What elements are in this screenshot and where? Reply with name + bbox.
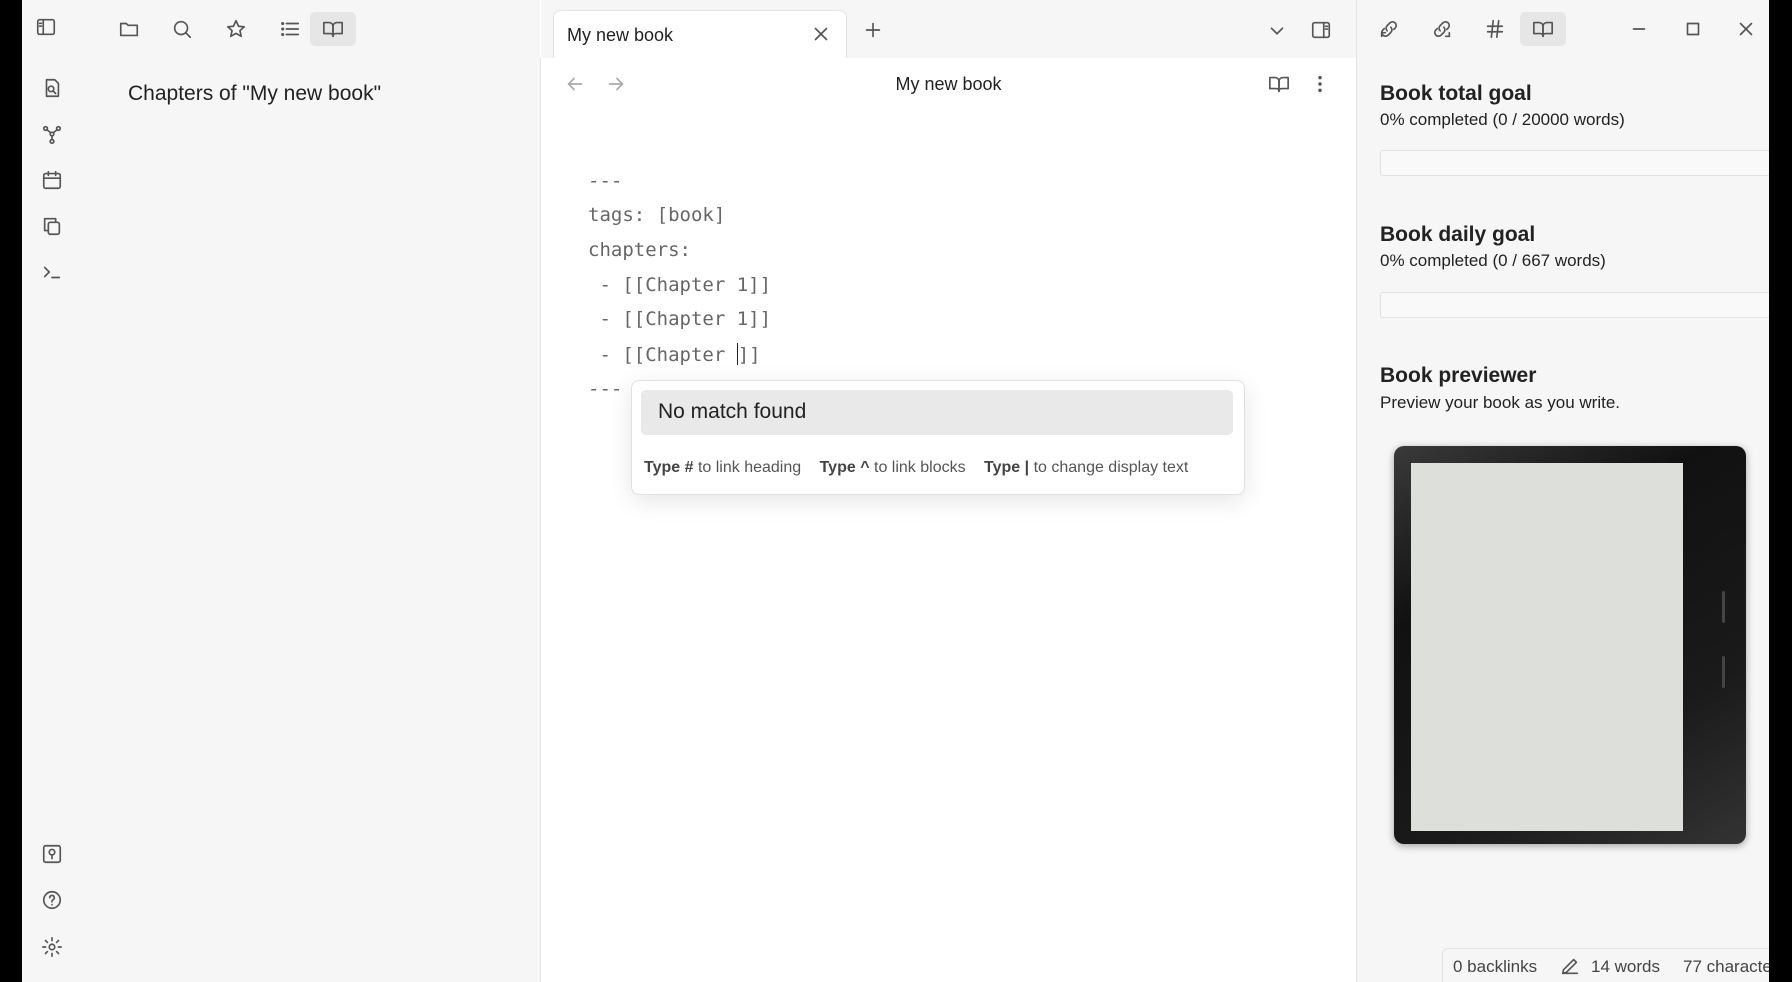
terminal-icon[interactable]	[38, 258, 66, 286]
quick-switcher-icon[interactable]	[38, 74, 66, 102]
link-suggestion-popup: No match found Type # to link heading Ty…	[631, 380, 1245, 495]
previewer-subtitle: Preview your book as you write.	[1380, 393, 1620, 412]
tab-my-new-book[interactable]: My new book	[553, 10, 847, 59]
total-goal-progress-bar	[1380, 150, 1769, 176]
daily-goal-progress-bar	[1380, 292, 1769, 318]
daily-goal-title: Book daily goal	[1380, 223, 1536, 246]
window-frame-left	[0, 0, 22, 982]
character-count: 77 characters	[1683, 957, 1769, 976]
backlinks-count[interactable]: 0 backlinks	[1453, 957, 1537, 977]
chapters-panel: Chapters of "My new book"	[82, 58, 541, 982]
ribbon	[22, 58, 83, 982]
daily-goal-status: 0% completed (0 / 667 words)	[1380, 251, 1606, 270]
right-panel-header	[1356, 0, 1769, 59]
tab-list-chevron-down-icon[interactable]	[1263, 17, 1291, 45]
code-line: chapters:	[588, 239, 691, 261]
reading-view-book-icon[interactable]	[1265, 70, 1293, 98]
app-window: Chapters of "My new book" My new book My…	[22, 0, 1769, 982]
more-options-icon[interactable]	[1306, 70, 1334, 98]
calendar-icon[interactable]	[38, 166, 66, 194]
ereader-device-preview[interactable]	[1394, 446, 1746, 844]
editor-pane: My new book --- tags: [book] chapters: -…	[541, 58, 1356, 982]
outgoing-links-icon[interactable]	[1428, 15, 1456, 43]
hint-display-text: Type | to change display text	[984, 459, 1189, 476]
code-line: - [[Chapter 1]]	[588, 274, 772, 296]
outline-list-icon[interactable]	[276, 15, 304, 43]
left-panel-header	[82, 0, 540, 59]
backlinks-icon[interactable]	[1375, 15, 1403, 43]
code-line: - [[Chapter 1]]	[588, 308, 772, 330]
ereader-button	[1722, 656, 1725, 688]
code-line: ---	[588, 170, 623, 192]
star-icon[interactable]	[222, 15, 250, 43]
close-window-icon[interactable]	[1732, 15, 1760, 43]
edit-pencil-icon[interactable]	[1556, 952, 1584, 980]
code-before-caret: - [[Chapter	[588, 344, 737, 366]
tab-bar: My new book	[541, 0, 1356, 59]
search-icon[interactable]	[168, 15, 196, 43]
book-goals-panel: Book total goal 0% completed (0 / 20000 …	[1356, 58, 1769, 982]
help-icon[interactable]	[38, 886, 66, 914]
settings-gear-icon[interactable]	[38, 933, 66, 961]
word-count: 14 words	[1591, 957, 1660, 976]
code-line: ---	[588, 378, 623, 400]
new-tab-icon[interactable]	[859, 16, 887, 44]
graph-view-icon[interactable]	[38, 120, 66, 148]
folder-icon[interactable]	[115, 15, 143, 43]
chapters-panel-title: Chapters of "My new book"	[128, 82, 382, 105]
vault-switcher-icon[interactable]	[38, 840, 66, 868]
suggestion-item[interactable]: No match found	[641, 390, 1233, 435]
total-goal-status: 0% completed (0 / 20000 words)	[1380, 110, 1625, 129]
book-chapters-icon[interactable]	[310, 12, 356, 46]
tab-title: My new book	[567, 25, 674, 45]
sidebar-toggle-icon[interactable]	[32, 13, 60, 41]
right-sidebar-toggle-icon[interactable]	[1307, 16, 1335, 44]
previewer-title: Book previewer	[1380, 364, 1537, 387]
view-header-title[interactable]: My new book	[541, 74, 1356, 95]
code-line-current: - [[Chapter ]]	[588, 343, 761, 366]
minimize-window-icon[interactable]	[1625, 15, 1653, 43]
code-after-caret: ]]	[737, 344, 761, 366]
total-goal-title: Book total goal	[1380, 82, 1532, 105]
ribbon-top	[22, 0, 82, 58]
maximize-window-icon[interactable]	[1679, 15, 1707, 43]
copy-icon[interactable]	[38, 212, 66, 240]
no-match-text: No match found	[658, 400, 807, 423]
code-line: tags: [book]	[588, 204, 726, 226]
close-tab-icon[interactable]	[807, 20, 835, 48]
popup-instructions: Type # to link heading Type ^ to link bl…	[644, 459, 1202, 477]
hint-link-heading: Type # to link heading	[644, 459, 802, 476]
ereader-screen	[1411, 463, 1683, 831]
status-bar: 0 backlinks 14 words 77 characters	[1442, 948, 1769, 982]
book-goals-icon[interactable]	[1520, 12, 1566, 46]
tags-hash-icon[interactable]	[1481, 15, 1509, 43]
ereader-button	[1722, 591, 1725, 623]
hint-link-blocks: Type ^ to link blocks	[819, 459, 966, 476]
window-frame-right	[1769, 0, 1792, 982]
